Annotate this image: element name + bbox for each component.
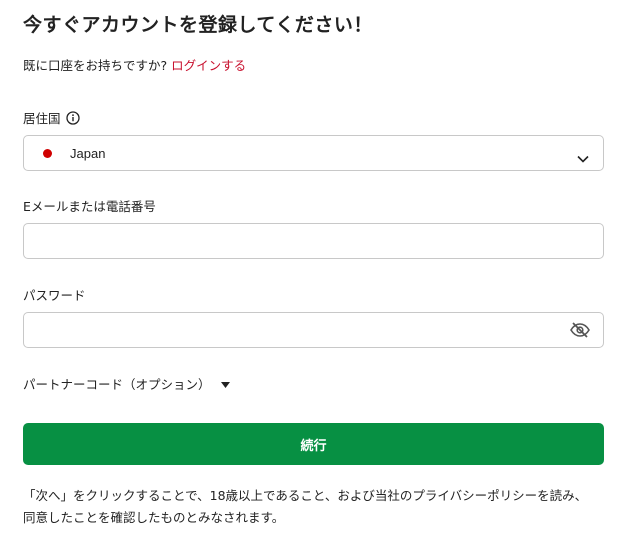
terms-text: 「次へ」をクリックすることで、18歳以上であること、および当社のプライバシーポリ… (23, 488, 588, 525)
chevron-down-icon (577, 148, 589, 167)
password-field-wrapper (23, 312, 604, 348)
info-icon[interactable] (65, 110, 80, 125)
caret-down-icon (220, 376, 230, 391)
residence-label-row: 居住国 (23, 108, 80, 127)
have-account-text: 既に口座をお持ちですか? ログインする (23, 55, 246, 74)
residence-label: 居住国 (23, 111, 61, 126)
contact-field-wrapper (23, 223, 604, 259)
page-title: 今すぐアカウントを登録してください！ (23, 14, 373, 36)
eye-off-icon[interactable] (569, 322, 591, 342)
continue-button[interactable]: 続行 (23, 423, 604, 465)
have-account-label: 既に口座をお持ちですか? (23, 58, 172, 73)
signup-form: 今すぐアカウントを登録してください！ 既に口座をお持ちですか? ログインする 居… (0, 0, 619, 548)
partner-code-toggle[interactable]: パートナーコード（オプション） (23, 374, 230, 393)
partner-code-label: パートナーコード（オプション） (23, 377, 211, 392)
country-select[interactable]: Japan (23, 135, 604, 171)
email-or-phone-input[interactable] (24, 224, 603, 258)
japan-flag-icon (43, 148, 52, 158)
login-link[interactable]: ログインする (171, 58, 246, 73)
password-label: パスワード (23, 288, 86, 303)
contact-label: Eメールまたは電話番号 (23, 199, 156, 214)
selected-country: Japan (70, 145, 106, 161)
password-input[interactable] (24, 313, 603, 347)
